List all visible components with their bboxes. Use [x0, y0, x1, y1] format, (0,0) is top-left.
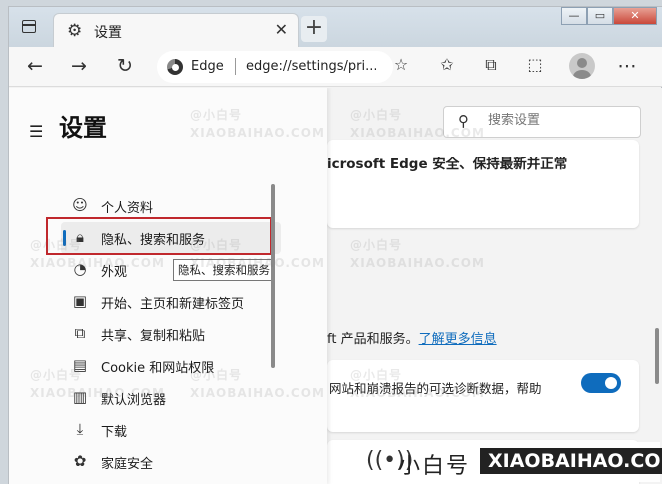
sidebar-item-label: 个人资料 — [101, 201, 154, 216]
window-controls: — ▭ ✕ — [561, 7, 657, 27]
sidebar-item-default-browser[interactable]: ▥ 默认浏览器 — [61, 382, 281, 414]
extensions-icon[interactable]: ⬚ — [523, 55, 547, 74]
family-icon: ✿ — [73, 452, 87, 470]
sidebar-item-start[interactable]: ▣ 开始、主页和新建标签页 — [61, 286, 281, 318]
sidebar-item-label: 外观 — [101, 265, 128, 280]
info-text: ft 产品和服务。了解更多信息 — [327, 328, 497, 347]
window-close-button[interactable]: ✕ — [613, 7, 657, 25]
settings-page: ⚲ icrosoft Edge 安全、保持最新并正常 ft 产品和服务。了解更多… — [9, 88, 662, 484]
tab-title: 设置 — [94, 25, 122, 41]
toolbar: ← → ↻ Edge edge://settings/pri... ☆ ✩ ⧉ … — [9, 47, 662, 87]
card-heading: icrosoft Edge 安全、保持最新并正常 — [327, 156, 568, 172]
main-content: ⚲ icrosoft Edge 安全、保持最新并正常 ft 产品和服务。了解更多… — [327, 88, 662, 484]
address-bar[interactable]: Edge edge://settings/pri... — [157, 51, 393, 83]
sidebar-item-label: 共享、复制和粘贴 — [101, 329, 206, 344]
tab-settings[interactable]: ⚙ 设置 ✕ — [53, 13, 299, 47]
page-scrollbar[interactable] — [655, 328, 659, 384]
hamburger-icon[interactable]: ☰ — [29, 122, 43, 141]
search-input[interactable] — [488, 113, 628, 128]
browser-window: ⚙ 设置 ✕ + — ▭ ✕ ← → ↻ Edge edge://setting… — [8, 6, 662, 484]
new-tab-button[interactable]: + — [301, 16, 327, 42]
tab-bar: ⚙ 设置 ✕ + — ▭ ✕ — [9, 7, 662, 47]
sidebar-item-downloads[interactable]: ⤓ 下载 — [61, 414, 281, 446]
info-text-label: ft 产品和服务。 — [327, 332, 419, 347]
browser-icon: ▥ — [72, 388, 88, 406]
sidebar-item-cookies[interactable]: ▤ Cookie 和网站权限 — [61, 350, 281, 382]
refresh-icon[interactable]: ↻ — [113, 55, 137, 77]
sidebar-item-label: 家庭安全 — [101, 457, 154, 472]
download-icon: ⤓ — [76, 420, 84, 438]
gear-icon: ⚙ — [67, 21, 83, 41]
avatar[interactable] — [569, 53, 595, 79]
diagnostics-text: 网站和崩溃报告的可选诊断数据，帮助 — [329, 381, 542, 396]
tooltip: 隐私、搜索和服务 — [173, 259, 275, 281]
highlight-box — [46, 217, 272, 255]
add-favorite-icon[interactable]: ☆ — [389, 55, 413, 74]
maximize-button[interactable]: ▭ — [587, 7, 613, 25]
search-box[interactable]: ⚲ — [443, 106, 641, 138]
address-brand: Edge — [191, 59, 224, 74]
sidebar-item-label: Cookie 和网站权限 — [101, 361, 215, 376]
edge-logo-icon — [167, 59, 183, 75]
palette-icon: ◔ — [73, 260, 87, 278]
brand-domain: XIAOBAIHAO.COM — [480, 448, 662, 474]
sidebar-item-family[interactable]: ✿ 家庭安全 — [61, 446, 281, 478]
sidebar-item-label: 默认浏览器 — [101, 393, 167, 408]
address-separator — [235, 58, 236, 75]
brand-name: 小白号 — [398, 454, 471, 479]
cookie-icon: ▤ — [72, 356, 88, 374]
brand-watermark: ((•)) 小白号 XIAOBAIHAO.COM — [360, 442, 662, 482]
page-title: 设置 — [59, 114, 107, 142]
more-icon[interactable]: ⋯ — [615, 55, 639, 77]
diagnostics-card: 网站和崩溃报告的可选诊断数据，帮助 — [327, 360, 639, 432]
newtab-icon: ▣ — [72, 292, 88, 310]
sidebar-item-label: 开始、主页和新建标签页 — [101, 297, 245, 312]
profile-icon: ☺ — [72, 196, 88, 214]
sidebar-scrollbar[interactable] — [271, 184, 275, 368]
favorites-icon[interactable]: ✩ — [435, 55, 459, 74]
security-card: icrosoft Edge 安全、保持最新并正常 — [327, 140, 639, 228]
url-text[interactable]: edge://settings/pri... — [246, 59, 376, 74]
sidebar: ☰ 设置 ☺ 个人资料 🔒︎ 隐私、搜索和服务 ◔ 外观 ▣ 开始、主页和新建标… — [9, 88, 327, 484]
share-icon: ⧉ — [74, 324, 86, 342]
minimize-button[interactable]: — — [561, 7, 587, 25]
tab-actions-icon[interactable] — [19, 17, 39, 37]
sidebar-item-share[interactable]: ⧉ 共享、复制和粘贴 — [61, 318, 281, 350]
diagnostics-toggle[interactable] — [581, 373, 621, 393]
forward-icon[interactable]: → — [67, 55, 91, 77]
collections-icon[interactable]: ⧉ — [479, 55, 503, 75]
learn-more-link[interactable]: 了解更多信息 — [419, 332, 497, 347]
search-icon: ⚲ — [458, 112, 469, 130]
back-icon[interactable]: ← — [23, 55, 47, 77]
close-icon[interactable]: ✕ — [275, 20, 288, 39]
sidebar-item-label: 下载 — [101, 425, 128, 440]
